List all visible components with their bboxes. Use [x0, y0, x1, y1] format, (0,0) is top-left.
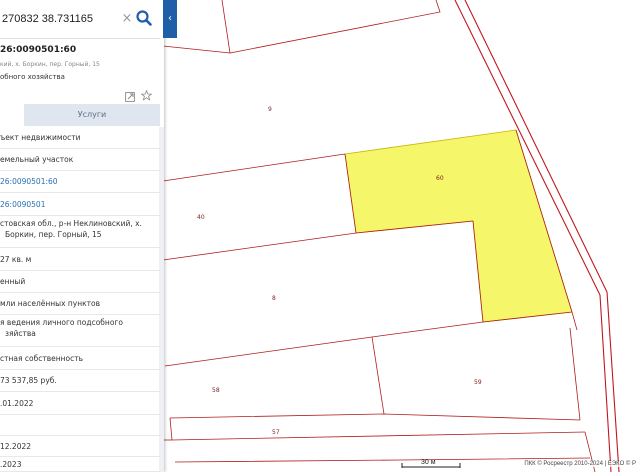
- attribute-value[interactable]: 26:0090501: [0, 200, 45, 210]
- attribute-row: стная собственность: [0, 347, 164, 370]
- star-icon[interactable]: [140, 86, 153, 101]
- attribute-value: емельный участок: [0, 155, 74, 164]
- attribute-value: .2023: [0, 459, 22, 469]
- parcel-label-9: 9: [268, 106, 272, 113]
- attribute-value: .01.2022: [0, 398, 34, 408]
- attribute-row: ъект недвижимости: [0, 127, 164, 149]
- attribute-row: стовская обл., р-н Неклиновский, х. Борки…: [0, 216, 164, 248]
- row-stripe: [159, 127, 164, 149]
- map-attribution: ПКК © Росреестр 2010-2024 | ЕЭКО © Р: [522, 461, 638, 467]
- row-stripe: [159, 171, 164, 193]
- row-stripe: [159, 149, 164, 171]
- row-stripe: [159, 193, 164, 216]
- parcel-label-59: 59: [474, 379, 482, 386]
- attribute-value-line2: Боркин, пер. Горный, 15: [5, 230, 102, 239]
- tab-info[interactable]: [0, 104, 24, 126]
- clear-search-button[interactable]: ×: [121, 10, 133, 28]
- row-stripe: [159, 315, 164, 347]
- attribute-value: 27 кв. м: [0, 254, 32, 264]
- row-stripe: [159, 436, 164, 457]
- row-stripe: [159, 370, 164, 392]
- attribute-row: 26:0090501:60: [0, 171, 164, 193]
- search-input[interactable]: [0, 10, 120, 28]
- scale-label: 30 м: [421, 459, 436, 466]
- attribute-row: 12.2022: [0, 436, 164, 457]
- attribute-row: 27 кв. м: [0, 248, 164, 271]
- row-stripe: [159, 415, 164, 436]
- attribute-value: стная собственность: [0, 353, 84, 363]
- attribute-row: мли населённых пунктов: [0, 293, 164, 315]
- attribute-value-line2: зяйства: [5, 329, 36, 338]
- row-stripe: [159, 216, 164, 248]
- attribute-row: [0, 415, 164, 436]
- row-stripe: [159, 457, 164, 472]
- row-stripe: [159, 248, 164, 271]
- search-icon: [136, 10, 152, 26]
- attribute-row: я ведения личного подсобного зяйства: [0, 315, 164, 347]
- attribute-value[interactable]: 26:0090501:60: [0, 177, 58, 187]
- info-panel: × 26:0090501:60 кий, х. Боркин, пер. Гор…: [0, 0, 164, 472]
- search-button[interactable]: [135, 9, 153, 27]
- row-stripe: [159, 271, 164, 293]
- attribute-value: мли населённых пунктов: [0, 299, 101, 308]
- row-stripe: [159, 293, 164, 315]
- attribute-row: .2023: [0, 457, 164, 472]
- search-bar: ×: [0, 0, 160, 39]
- attribute-value: 12.2022: [0, 441, 32, 451]
- attribute-value: стовская обл., р-н Неклиновский, х.: [0, 219, 142, 228]
- attribute-row: 73 537,85 руб.: [0, 370, 164, 392]
- attribute-row: 26:0090501: [0, 193, 164, 216]
- share-icon[interactable]: [125, 87, 135, 102]
- collapse-panel-button[interactable]: ‹: [163, 0, 177, 38]
- tab-services[interactable]: Услуги: [24, 104, 160, 126]
- parcel-label-57: 57: [272, 429, 280, 436]
- attribute-row: .01.2022: [0, 392, 164, 415]
- parcel-label-40: 40: [197, 214, 205, 221]
- row-stripe: [159, 347, 164, 370]
- attribute-value: енный: [0, 277, 26, 286]
- attribute-value: 73 537,85 руб.: [0, 376, 57, 385]
- attribute-value: я ведения личного подсобного: [0, 318, 123, 327]
- cadastral-number-title: 26:0090501:60: [0, 45, 77, 55]
- parcel-address: кий, х. Боркин, пер. Горный, 15: [0, 61, 100, 68]
- parcel-permitted-use: обного хозяйства: [0, 73, 65, 81]
- attribute-value: ъект недвижимости: [0, 133, 81, 142]
- parcel-label-58: 58: [212, 387, 220, 394]
- attribute-row: емельный участок: [0, 149, 164, 171]
- row-stripe: [159, 392, 164, 415]
- attribute-row: енный: [0, 271, 164, 293]
- parcel-label-8: 8: [272, 295, 276, 302]
- parcel-label-60: 60: [436, 175, 444, 182]
- panel-tabs: Услуги: [0, 104, 160, 126]
